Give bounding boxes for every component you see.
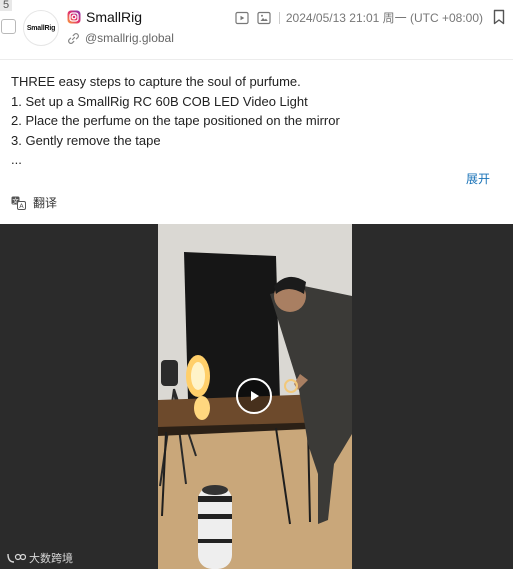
play-icon [251,391,259,401]
translate-icon: 文 A [11,196,26,210]
content-line: ... [11,152,22,168]
header-divider [0,59,513,60]
video-player[interactable]: 大数跨境 [0,224,513,569]
post-meta: 2024/05/13 21:01 周一 (UTC +08:00) [227,9,483,26]
video-icon [235,11,249,24]
account-name-row: SmallRig [67,9,142,25]
content-line: 3. Gently remove the tape [11,132,161,148]
avatar-logo-text: SmallRig [26,24,56,32]
account-handle[interactable]: @smallrig.global [85,31,174,45]
image-icon [257,11,271,24]
play-button[interactable] [236,378,272,414]
post-content: THREE easy steps to capture the soul of … [11,72,496,170]
expand-link[interactable]: 展开 [466,170,490,187]
content-line: THREE easy steps to capture the soul of … [11,74,301,89]
translate-button[interactable]: 文 A 翻译 [11,194,57,211]
watermark: 大数跨境 [6,550,73,566]
account-handle-row: @smallrig.global [67,31,174,45]
post-timestamp: 2024/05/13 21:01 周一 (UTC +08:00) [285,11,483,25]
link-icon [67,32,80,44]
avatar[interactable]: SmallRig [23,10,59,46]
account-name[interactable]: SmallRig [86,9,142,25]
post-index-badge: 5 [0,0,13,11]
bookmark-icon[interactable] [492,9,506,25]
meta-divider [278,11,280,24]
content-line: 2. Place the perfume on the tape positio… [11,113,340,129]
instagram-icon [67,10,81,24]
svg-text:A: A [19,202,24,210]
watermark-text: 大数跨境 [29,553,73,565]
select-checkbox[interactable] [1,19,16,34]
content-line: 1. Set up a SmallRig RC 60B COB LED Vide… [11,93,308,109]
watermark-logo-icon [7,553,26,563]
translate-label: 翻译 [33,196,58,210]
